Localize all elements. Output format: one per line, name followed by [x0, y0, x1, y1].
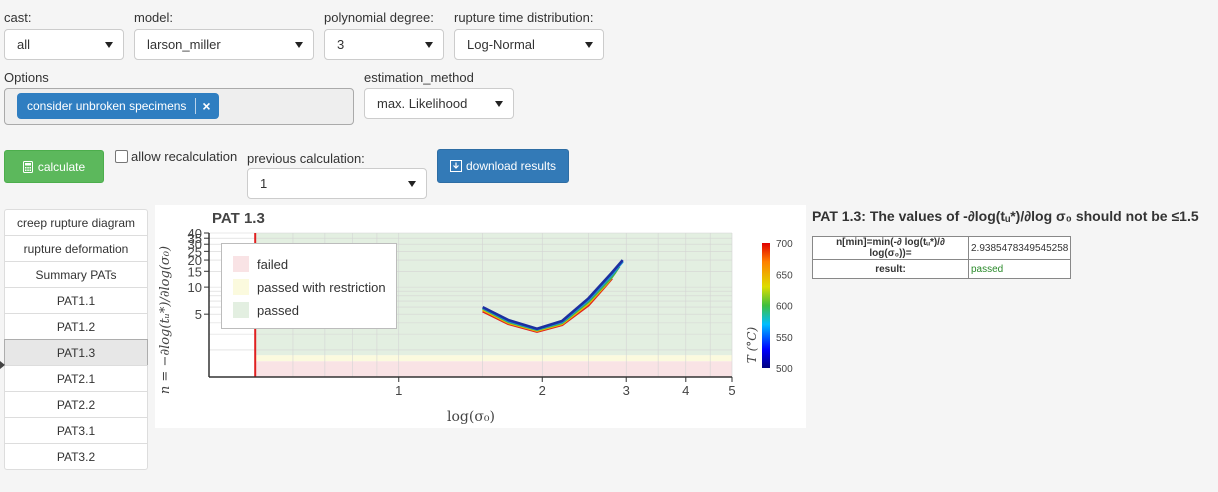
degree-select-value: 3 — [337, 37, 345, 52]
caret-down-icon — [425, 42, 433, 48]
download-button-label: download results — [465, 159, 557, 173]
calculate-button-label: calculate — [37, 159, 86, 174]
nav-item-pat3-1[interactable]: PAT3.1 — [4, 417, 148, 444]
caret-down-icon — [495, 101, 503, 107]
x-tick-label: 5 — [728, 383, 735, 398]
legend-label: failed — [257, 256, 289, 272]
colorbar-tick-label: 650 — [776, 270, 793, 281]
model-select[interactable]: larson_miller — [134, 29, 314, 60]
degree-label: polynomial degree: — [324, 10, 434, 25]
nav-item-summary-pats[interactable]: Summary PATs — [4, 261, 148, 288]
result-value: 2.9385478349545258 — [967, 236, 1072, 260]
previous-calculation-select[interactable]: 1 — [247, 168, 427, 199]
x-tick-label: 2 — [539, 383, 546, 398]
colorbar — [762, 243, 770, 368]
nav-item-pat1-2[interactable]: PAT1.2 — [4, 313, 148, 340]
pat-nav-list: creep rupture diagram rupture deformation… — [4, 209, 148, 470]
calculator-icon — [22, 160, 33, 173]
distribution-select-value: Log-Normal — [467, 37, 535, 52]
cast-label: cast: — [4, 10, 32, 25]
caret-down-icon — [585, 42, 593, 48]
distribution-label: rupture time distribution: — [454, 10, 594, 25]
band-passed-with-restriction — [255, 355, 732, 362]
legend-item-restricted: passed with restriction — [233, 279, 386, 295]
legend-item-passed: passed — [233, 302, 299, 318]
options-multiselect[interactable]: consider unbroken specimens × — [4, 88, 354, 125]
caret-down-icon — [408, 181, 416, 187]
result-title: PAT 1.3: The values of -∂log(tᵤ*)/∂log σ… — [812, 208, 1199, 224]
y-tick-label: 5 — [195, 307, 202, 322]
x-tick-label: 1 — [395, 383, 402, 398]
legend-label: passed with restriction — [257, 279, 386, 295]
caret-down-icon — [105, 42, 113, 48]
allow-recalculation-label[interactable]: allow recalculation — [131, 149, 237, 164]
x-axis-label: log(σ₀) — [447, 409, 495, 425]
result-key: n[min]=min(-∂ log(tᵤ*)/∂ log(σ₀))= — [812, 236, 969, 260]
download-icon — [449, 160, 462, 172]
nav-item-pat2-2[interactable]: PAT2.2 — [4, 391, 148, 418]
table-row: n[min]=min(-∂ log(tᵤ*)/∂ log(σ₀))= 2.938… — [812, 236, 1072, 260]
colorbar-label: T (°C) — [745, 327, 759, 364]
nav-item-pat3-2[interactable]: PAT3.2 — [4, 443, 148, 470]
nav-item-pat1-1[interactable]: PAT1.1 — [4, 287, 148, 314]
estimation-select-value: max. Likelihood — [377, 96, 468, 111]
nav-item-rupture-deformation[interactable]: rupture deformation — [4, 235, 148, 262]
result-value: passed — [967, 259, 1072, 279]
x-tick-label: 3 — [623, 383, 630, 398]
x-tick-label: 4 — [682, 383, 689, 398]
colorbar-tick-label: 600 — [776, 302, 793, 313]
model-select-value: larson_miller — [147, 37, 221, 52]
colorbar-tick-label: 550 — [776, 333, 793, 344]
previous-calculation-label: previous calculation: — [247, 151, 365, 166]
nav-item-pat2-1[interactable]: PAT2.1 — [4, 365, 148, 392]
degree-select[interactable]: 3 — [324, 29, 444, 60]
y-tick-label: 10 — [188, 280, 202, 295]
previous-calculation-value: 1 — [260, 176, 268, 191]
colorbar-tick-label: 700 — [776, 239, 793, 250]
legend-item-failed: failed — [233, 256, 288, 272]
nav-item-creep-rupture-diagram[interactable]: creep rupture diagram — [4, 209, 148, 236]
legend-label: passed — [257, 302, 299, 318]
colorbar-tick-label: 500 — [776, 364, 793, 375]
legend-swatch — [233, 302, 249, 318]
option-chip-label: consider unbroken specimens — [27, 99, 187, 113]
result-table: n[min]=min(-∂ log(tᵤ*)/∂ log(σ₀))= 2.938… — [812, 236, 1072, 279]
estimation-select[interactable]: max. Likelihood — [364, 88, 514, 119]
y-tick-label: 40 — [188, 226, 202, 241]
cast-select[interactable]: all — [4, 29, 124, 60]
table-row: result: passed — [812, 259, 1072, 279]
chip-remove-icon[interactable]: × — [202, 98, 210, 114]
y-axis-label: n = −∂log(tᵤ*)/∂log(σ₀) — [158, 246, 173, 394]
result-key: result: — [812, 259, 969, 279]
estimation-label: estimation_method — [364, 70, 474, 85]
distribution-select[interactable]: Log-Normal — [454, 29, 604, 60]
legend-swatch — [233, 256, 249, 272]
legend-swatch — [233, 279, 249, 295]
chart-legend: failed passed with restriction passed — [221, 243, 397, 329]
calculate-button[interactable]: calculate — [4, 150, 104, 183]
band-failed — [255, 361, 732, 377]
option-chip: consider unbroken specimens × — [17, 93, 219, 119]
chip-separator — [195, 98, 197, 114]
download-results-button[interactable]: download results — [437, 149, 569, 183]
allow-recalculation-checkbox[interactable] — [115, 150, 128, 163]
nav-item-pat1-3[interactable]: PAT1.3 — [4, 339, 148, 366]
cast-select-value: all — [17, 37, 31, 52]
options-label: Options — [4, 70, 49, 85]
caret-down-icon — [295, 42, 303, 48]
model-label: model: — [134, 10, 174, 25]
selected-arrow-icon — [0, 361, 5, 369]
